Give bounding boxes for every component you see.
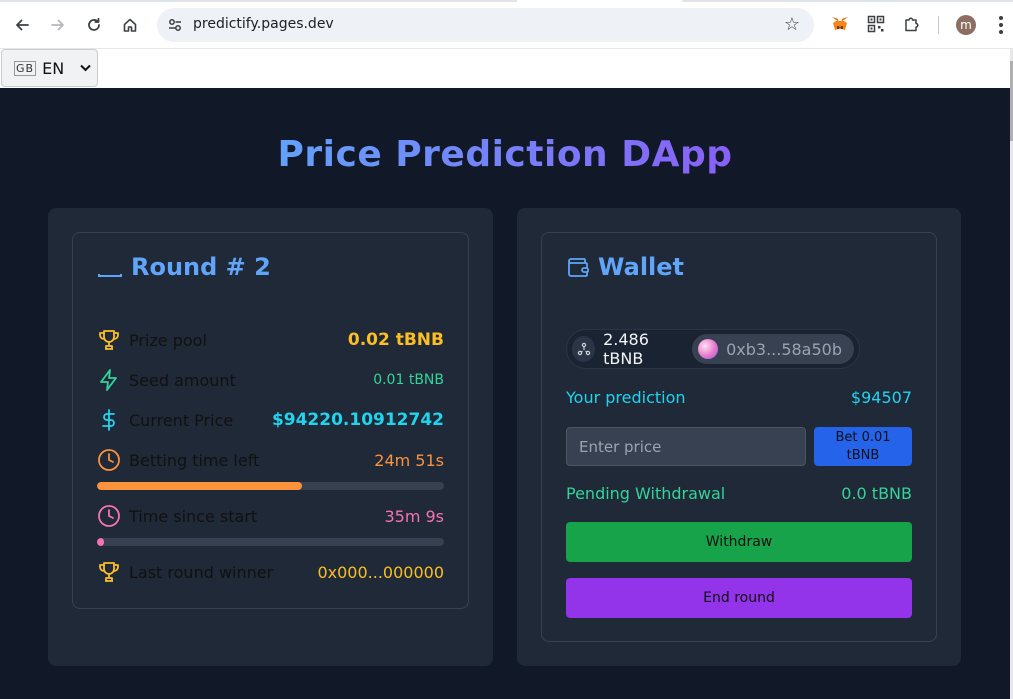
last-winner-row: Last round winner 0x000...000000	[97, 557, 444, 587]
time-since-start-progress	[97, 538, 444, 546]
browser-toolbar: predictify.pages.dev ☆ m	[0, 0, 1013, 49]
betting-time-progress-fill	[97, 482, 302, 490]
betting-time-value: 24m 51s	[374, 450, 444, 470]
wallet-address: 0xb3...58a50b	[726, 339, 842, 359]
time-since-start-label: Time since start	[129, 506, 258, 526]
lightning-icon	[97, 368, 121, 392]
wallet-address-chip[interactable]: 0xb3...58a50b	[692, 334, 854, 364]
last-winner-value: 0x000...000000	[317, 562, 444, 582]
arrow-right-icon	[51, 19, 64, 31]
page-title: Price Prediction DApp	[0, 134, 1010, 175]
wallet-title: Wallet	[566, 253, 684, 281]
end-round-button[interactable]: End round	[566, 578, 912, 618]
home-button[interactable]	[117, 12, 143, 38]
pending-withdrawal-value: 0.0 tBNB	[841, 483, 912, 503]
arrow-left-icon	[16, 19, 29, 31]
wallet-icon	[568, 258, 589, 277]
forward-button[interactable]	[45, 12, 71, 38]
wallet-title-text: Wallet	[598, 253, 685, 281]
address-bar[interactable]: predictify.pages.dev ☆	[157, 8, 814, 42]
round-card: Round # 2 Prize pool 0.02 tBNB Seed amou…	[72, 232, 469, 609]
home-icon	[123, 18, 137, 32]
back-button[interactable]	[9, 12, 35, 38]
clock-icon	[97, 504, 121, 528]
flag-gb-icon: GB	[14, 60, 37, 76]
bet-button-line1: Bet 0.01	[835, 429, 891, 445]
reload-button[interactable]	[81, 12, 107, 38]
dollar-icon	[97, 408, 121, 432]
time-since-start-value: 35m 9s	[384, 506, 444, 526]
round-icon	[98, 274, 122, 277]
betting-time-label: Betting time left	[129, 450, 260, 470]
betting-time-progress	[97, 482, 444, 490]
prediction-value: $94507	[850, 387, 912, 407]
language-bar: GB EN	[0, 49, 1013, 88]
time-since-start-row: Time since start 35m 9s	[97, 501, 444, 531]
prediction-label: Your prediction	[566, 387, 686, 407]
current-price-row: Current Price $94220.10912742	[97, 405, 444, 435]
round-title-text: Round # 2	[131, 253, 271, 281]
trophy-icon	[97, 328, 121, 352]
tab-strip-edge-right	[682, 0, 1013, 2]
withdraw-button[interactable]: Withdraw	[566, 522, 912, 562]
bet-button-line2: tBNB	[846, 447, 880, 463]
wallet-card: Wallet 2.486 tBNB 0xb3...58a50b Your pre…	[541, 232, 937, 642]
round-panel: Round # 2 Prize pool 0.02 tBNB Seed amou…	[48, 208, 493, 666]
betting-time-row: Betting time left 24m 51s	[97, 445, 444, 475]
browser-menu-icon[interactable]	[994, 13, 1008, 37]
time-since-start-progress-fill	[97, 538, 104, 546]
prize-pool-value: 0.02 tBNB	[347, 330, 444, 350]
network-icon[interactable]	[572, 336, 596, 362]
prize-pool-row: Prize pool 0.02 tBNB	[97, 325, 444, 355]
reload-icon	[88, 17, 100, 31]
bet-button-label: Bet 0.01 tBNB	[835, 429, 890, 465]
url-text[interactable]: predictify.pages.dev	[193, 16, 334, 32]
seed-amount-value: 0.01 tBNB	[373, 372, 444, 388]
round-title: Round # 2	[97, 253, 271, 281]
prize-pool-label: Prize pool	[129, 330, 207, 350]
prediction-row: Your prediction $94507	[566, 382, 912, 412]
clock-icon	[97, 448, 121, 472]
pending-withdrawal-row: Pending Withdrawal 0.0 tBNB	[566, 478, 912, 508]
trophy-icon	[97, 560, 121, 584]
toolbar-divider	[938, 16, 939, 34]
pending-withdrawal-label: Pending Withdrawal	[566, 483, 726, 503]
tab-strip-edge	[0, 0, 517, 2]
wallet-balance: 2.486 tBNB	[603, 330, 649, 368]
price-input[interactable]	[566, 427, 806, 466]
site-settings-icon[interactable]	[165, 15, 185, 35]
extensions-puzzle-icon[interactable]	[902, 14, 922, 34]
current-price-value: $94220.10912742	[271, 410, 444, 430]
language-selected-value: EN	[42, 58, 65, 78]
wallet-connect-button[interactable]: 2.486 tBNB 0xb3...58a50b	[566, 329, 860, 369]
bet-button[interactable]: Bet 0.01 tBNB	[814, 427, 912, 466]
language-select[interactable]: GB EN	[1, 49, 98, 87]
bookmark-star-icon[interactable]: ☆	[784, 14, 800, 35]
seed-amount-row: Seed amount 0.01 tBNB	[97, 365, 444, 395]
wallet-panel: Wallet 2.486 tBNB 0xb3...58a50b Your pre…	[517, 208, 961, 666]
qr-code-extension-icon[interactable]	[866, 14, 886, 34]
account-avatar	[698, 339, 719, 359]
metamask-extension-icon[interactable]	[830, 14, 850, 34]
profile-avatar[interactable]: m	[956, 15, 976, 35]
seed-amount-label: Seed amount	[129, 370, 236, 390]
current-price-label: Current Price	[129, 410, 234, 430]
last-winner-label: Last round winner	[129, 562, 274, 582]
app-container: Price Prediction DApp Round # 2 Prize po…	[0, 88, 1010, 699]
chevron-down-icon	[80, 62, 91, 75]
